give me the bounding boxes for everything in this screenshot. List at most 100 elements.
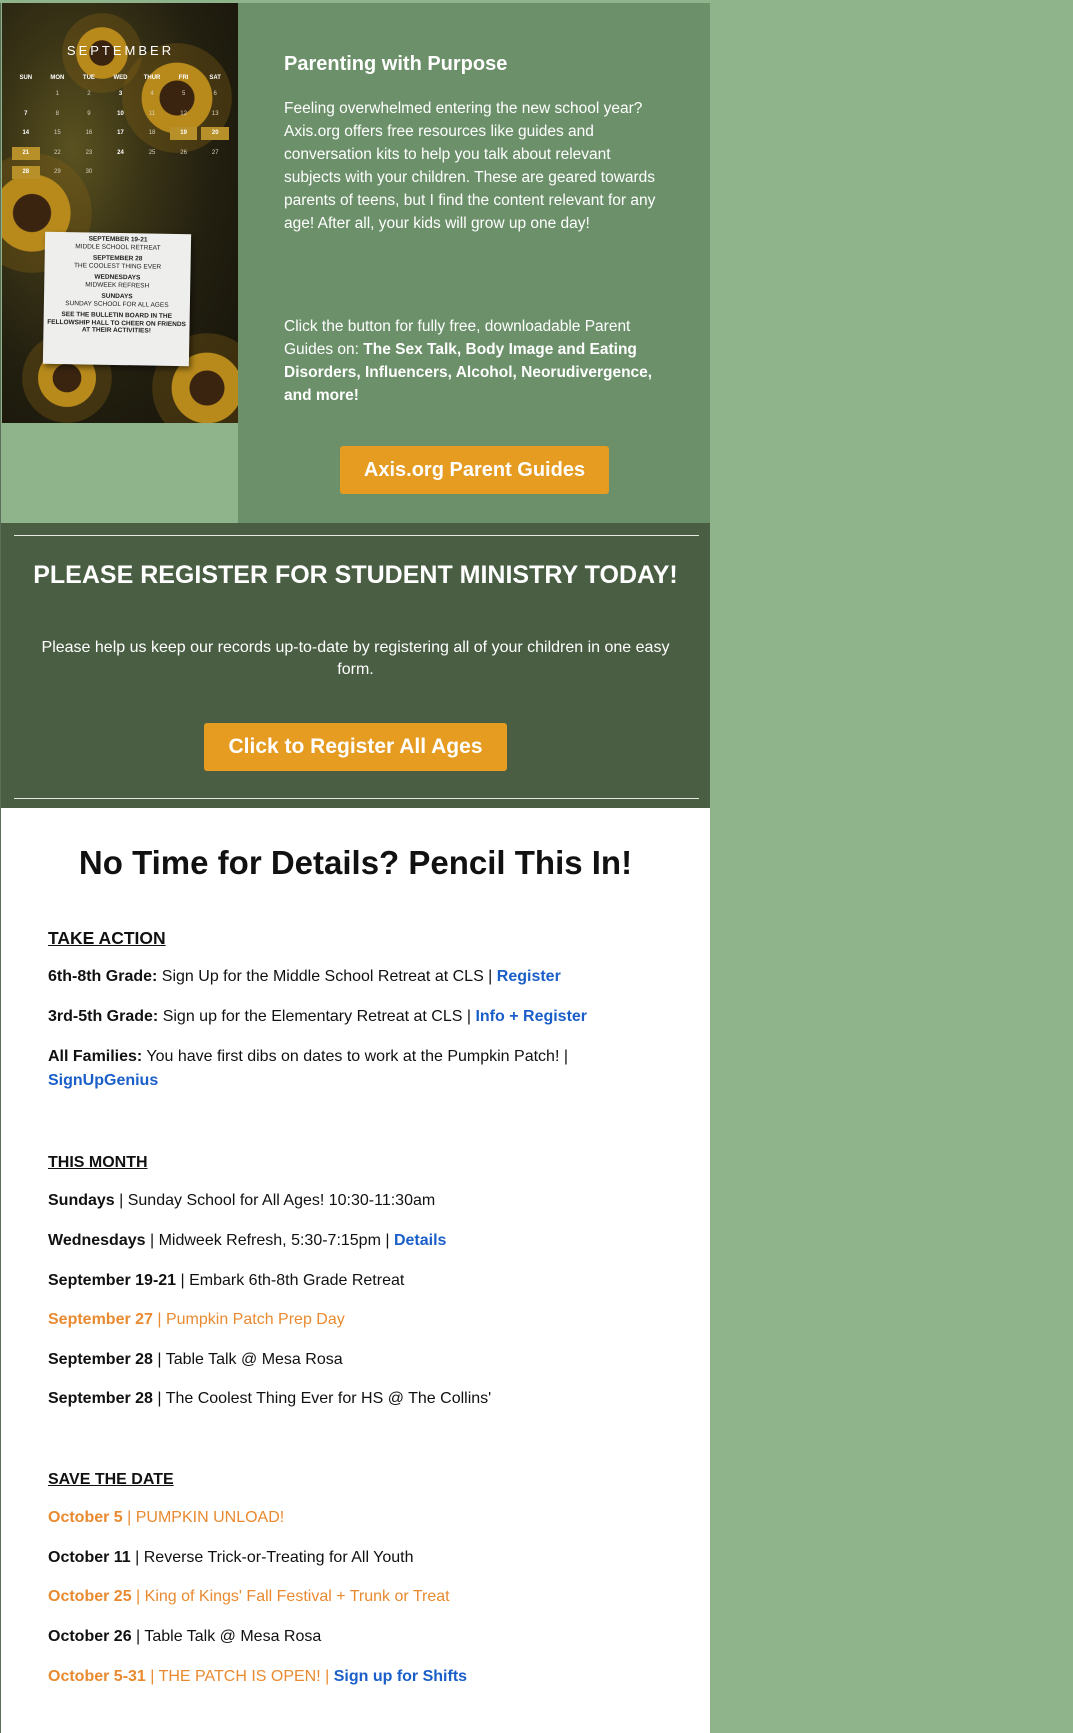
signupgenius-link[interactable]: SignUpGenius [48,1072,158,1089]
september-calendar-image: SEPTEMBER SUN MON TUE WED THUR FRI SAT 1… [2,3,239,423]
calendar-day: 5 [181,91,186,97]
note-entry: WEDNESDAYS MIDWEEK REFRESH [44,273,190,291]
list-item: Sundays | Sunday School for All Ages! 10… [48,1189,628,1213]
note-entry: SEE THE BULLETIN BOARD IN THE FELLOWSHIP… [43,311,189,336]
calendar-day: 16 [85,130,93,136]
list-item: Wednesdays | Midweek Refresh, 5:30-7:15p… [48,1229,628,1253]
sign-up-shifts-link[interactable]: Sign up for Shifts [334,1668,467,1685]
item-text: Sign Up for the Middle School Retreat at… [157,968,497,985]
calendar-note-paper: SEPTEMBER 19-21 MIDDLE SCHOOL RETREAT SE… [42,231,192,367]
list-item-highlighted: October 5 | PUMPKIN UNLOAD! [48,1506,628,1530]
email-body: SEPTEMBER SUN MON TUE WED THUR FRI SAT 1… [0,3,710,1733]
calendar-day: 8 [55,110,60,117]
item-label: September 27 [48,1311,153,1328]
item-label: October 5-31 [48,1668,146,1685]
weekday-label: THUR [143,75,161,81]
calendar-day: 15 [54,130,61,136]
register-text: Please help us keep our records up-to-da… [41,639,670,678]
calendar-day [168,163,200,183]
note-text: MIDDLE SCHOOL RETREAT [75,242,161,252]
this-month-heading: THIS MONTH [48,1154,148,1171]
item-label: October 26 [48,1628,132,1645]
save-the-date-heading: SAVE THE DATE [48,1471,174,1488]
axis-parent-guides-button[interactable]: Axis.org Parent Guides [340,446,609,494]
register-title: PLEASE REGISTER FOR STUDENT MINISTRY TOD… [33,561,678,589]
item-text: | PUMPKIN UNLOAD! [122,1509,285,1526]
item-text: | Table Talk @ Mesa Rosa [131,1628,322,1645]
weekday-label: FRI [178,75,189,81]
list-item: October 11 | Reverse Trick-or-Treating f… [48,1546,628,1570]
calendar-day [10,85,42,105]
calendar-day: 14 [22,130,30,136]
item-text: | King of Kings' Fall Festival + Trunk o… [131,1588,450,1605]
calendar-day: 2 [87,91,91,97]
register-all-ages-button[interactable]: Click to Register All Ages [204,723,507,771]
details-link[interactable]: Details [394,1232,446,1249]
details-title: No Time for Details? Pencil This In! [78,844,633,881]
note-text: SUNDAY SCHOOL FOR ALL AGES [65,299,169,309]
list-item: 3rd-5th Grade: Sign up for the Elementar… [48,1005,628,1029]
register-section: PLEASE REGISTER FOR STUDENT MINISTRY TOD… [1,523,710,808]
item-label: October 25 [48,1588,132,1605]
calendar-day: 23 [85,149,93,156]
parenting-panel: Parenting with Purpose Feeling overwhelm… [238,3,710,523]
calendar-day-highlighted: 21 [12,146,40,160]
item-label: Sundays [48,1192,115,1209]
calendar-grid: SUN MON TUE WED THUR FRI SAT 1 2 3 4 5 6… [10,71,231,183]
note-title: SEE THE BULLETIN BOARD IN THE FELLOWSHIP… [47,311,186,335]
calendar-day: 11 [148,110,156,117]
note-text: THE COOLEST THING EVER [73,261,162,271]
divider-top [14,535,699,536]
list-item-highlighted: October 25 | King of Kings' Fall Festiva… [48,1585,628,1609]
weekday-label: WED [113,75,128,81]
calendar-day [105,163,137,183]
calendar-day: 13 [211,110,219,117]
item-text: | The Coolest Thing Ever for HS @ The Co… [152,1390,492,1407]
register-link[interactable]: Register [497,968,561,985]
weekday-label: MON [50,75,65,81]
note-entry: SEPTEMBER 28 THE COOLEST THING EVER [45,254,191,272]
note-entry: SUNDAYS SUNDAY SCHOOL FOR ALL AGES [44,292,190,310]
calendar-day: 25 [148,149,156,156]
calendar-day: 22 [54,149,61,156]
list-item: September 28 | Table Talk @ Mesa Rosa [48,1348,628,1372]
info-register-link[interactable]: Info + Register [475,1008,587,1025]
item-text: | Sunday School for All Ages! 10:30-11:3… [114,1192,436,1209]
item-label: October 11 [48,1549,131,1566]
list-item: September 28 | The Coolest Thing Ever fo… [48,1387,628,1411]
calendar-day-highlighted: 20 [201,127,229,140]
item-label: September 19-21 [48,1272,177,1289]
calendar-day: 9 [87,110,91,117]
list-item: All Families: You have first dibs on dat… [48,1045,628,1093]
item-label: 6th-8th Grade: [48,968,158,985]
item-text: | Table Talk @ Mesa Rosa [152,1351,343,1368]
note-entry: SEPTEMBER 19-21 MIDDLE SCHOOL RETREAT [45,235,191,253]
weekday-label: TUE [82,75,95,81]
item-text: | Embark 6th-8th Grade Retreat [176,1272,405,1289]
weekday-label: SAT [209,75,221,81]
list-item-highlighted: September 27 | Pumpkin Patch Prep Day [48,1308,628,1332]
item-text: Sign up for the Elementary Retreat at CL… [158,1008,476,1025]
list-item: September 19-21 | Embark 6th-8th Grade R… [48,1269,628,1293]
calendar-day: 18 [148,130,156,136]
calendar-day [199,163,231,183]
item-label: Wednesdays [48,1232,146,1249]
note-text: MIDWEEK REFRESH [85,280,150,290]
item-label: October 5 [48,1509,123,1526]
parenting-title: Parenting with Purpose [284,53,508,75]
item-label: September 28 [48,1390,153,1407]
list-item: 6th-8th Grade: Sign Up for the Middle Sc… [48,965,628,989]
parenting-intro: Feeling overwhelmed entering the new sch… [284,100,656,232]
calendar-day: 7 [24,110,28,117]
item-text: You have first dibs on dates to work at … [142,1048,568,1065]
item-text: | Reverse Trick-or-Treating for All Yout… [130,1549,414,1566]
calendar-month: SEPTEMBER [66,43,175,58]
calendar-day: 30 [85,169,93,175]
item-text: | Midweek Refresh, 5:30-7:15pm | [145,1232,394,1249]
calendar-day-highlighted: 19 [169,127,198,140]
hero-section: SEPTEMBER SUN MON TUE WED THUR FRI SAT 1… [1,3,710,523]
item-label: September 28 [48,1351,153,1368]
take-action-heading: TAKE ACTION [48,928,166,948]
item-label: All Families: [48,1048,143,1065]
list-item-highlighted: October 5-31 | THE PATCH IS OPEN! | Sign… [48,1665,628,1689]
